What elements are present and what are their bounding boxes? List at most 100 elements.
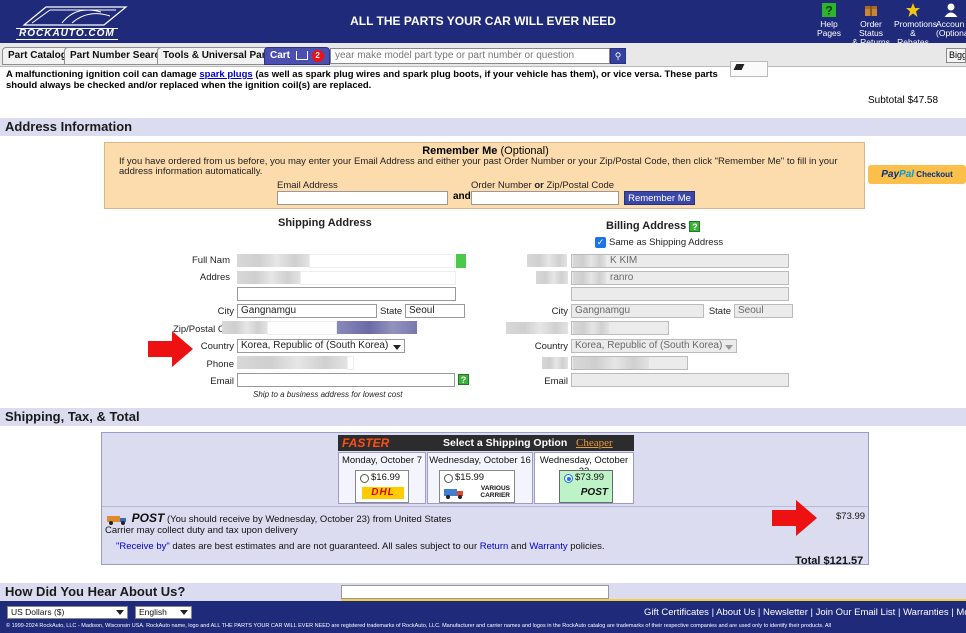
cart-count-badge: 2: [311, 50, 324, 62]
email-help-icon[interactable]: ?: [458, 374, 469, 385]
address-section-header: Address Information: [0, 118, 966, 136]
billing-country-select: Korea, Republic of (South Korea): [571, 339, 737, 353]
select-shipping-label: Select a Shipping Option: [443, 437, 568, 449]
post-logo: POST: [580, 487, 608, 498]
post-carrier-logo: POST: [131, 511, 165, 525]
post-truck-icon: [107, 515, 126, 525]
billing-phone-label-redacted: [542, 357, 568, 369]
part-thumbnail[interactable]: [730, 61, 768, 77]
logo-text: ROCKAUTO.COM: [16, 28, 118, 40]
email-input[interactable]: [237, 373, 455, 387]
dhl-logo: DHL: [362, 487, 404, 499]
full-name-label: Full Nam: [191, 255, 230, 266]
red-arrow-icon: [148, 331, 193, 367]
shipping-option-dhl: Monday, October 7 $16.99 DHL: [338, 452, 426, 504]
address-label: Addres: [199, 272, 230, 283]
various-option-box[interactable]: $15.99 VARIOUS CARRIER: [439, 470, 515, 503]
billing-zip-label-redacted: [506, 322, 568, 334]
person-icon: [944, 3, 958, 17]
cart-icon: [295, 50, 308, 60]
address-line1-input[interactable]: [300, 271, 456, 285]
shipping-section-header: Shipping, Tax, & Total: [0, 408, 966, 426]
red-arrow-icon: [772, 500, 817, 536]
footer-legal: © 1999-2024 RockAuto, LLC - Madison, Wis…: [6, 623, 831, 629]
shipping-option-post: Wednesday, October 23 $73.99 POST: [534, 452, 634, 504]
full-name-input[interactable]: [309, 254, 455, 268]
various-radio[interactable]: [444, 474, 453, 483]
address-redacted: [237, 271, 300, 284]
billing-city-label: City: [551, 306, 568, 317]
order-status-link[interactable]: Order Status & Returns: [852, 2, 890, 47]
warranty-link[interactable]: Warranty: [529, 541, 567, 552]
country-select[interactable]: Korea, Republic of (South Korea): [237, 339, 405, 353]
phone-redacted: [237, 356, 347, 369]
remember-me-description: If you have ordered from us before, you …: [119, 156, 838, 177]
same-as-shipping-checkbox[interactable]: ✓: [595, 237, 606, 248]
tab-part-number-search[interactable]: Part Number Search: [64, 47, 173, 65]
order-total: Total $121.57: [795, 555, 864, 567]
hear-about-us-select[interactable]: [341, 585, 609, 599]
billing-address-line2-input: [571, 287, 789, 301]
order-number-label: Order Number or Zip/Postal Code: [471, 180, 615, 191]
billing-email-input: [571, 373, 789, 387]
billing-state-label: State: [708, 306, 731, 317]
billing-help-icon[interactable]: ?: [689, 220, 701, 232]
email-address-label: Email Address: [277, 180, 338, 191]
post-option-box[interactable]: $73.99 POST: [559, 470, 613, 503]
cheaper-label: Cheaper: [576, 437, 613, 449]
bigg-button[interactable]: Bigg: [946, 48, 966, 63]
shipping-address-title: Shipping Address: [278, 217, 372, 229]
billing-name-redacted: [573, 255, 606, 267]
footer: US Dollars ($) English Gift Certificates…: [0, 601, 966, 633]
promotions-link[interactable]: Promotions & Rebates: [894, 2, 937, 47]
help-icon: ?: [822, 3, 836, 18]
footer-links[interactable]: Gift Certificates | About Us | Newslette…: [644, 607, 966, 618]
post-radio[interactable]: [564, 474, 573, 483]
chevron-down-icon: [393, 345, 401, 350]
remember-email-input[interactable]: [277, 191, 448, 205]
dhl-radio[interactable]: [360, 474, 369, 483]
city-input[interactable]: Gangnamgu: [237, 304, 377, 318]
search-button[interactable]: ⚲: [610, 48, 626, 64]
billing-city-input: Gangnamgu: [571, 304, 704, 318]
cart-label: Cart: [270, 50, 291, 61]
email-label: Email: [210, 376, 234, 387]
tab-row: Part Catalog Part Number Search Tools & …: [0, 43, 966, 67]
package-icon: [865, 6, 877, 16]
zip-redacted: [222, 321, 267, 334]
policy-note: "Receive by" dates are best estimates an…: [116, 541, 605, 552]
top-header: ROCKAUTO.COM ALL THE PARTS YOUR CAR WILL…: [0, 0, 966, 47]
full-name-redacted: [237, 254, 309, 267]
tab-tools-universal-parts[interactable]: Tools & Universal Parts: [157, 47, 281, 65]
shipping-option-header: FASTER Select a Shipping Option Cheaper: [338, 435, 634, 451]
tab-cart[interactable]: Cart 2: [264, 47, 330, 65]
phone-input[interactable]: [347, 356, 354, 370]
search-input[interactable]: year make model part type or part number…: [330, 48, 610, 64]
billing-phone-redacted: [573, 357, 649, 369]
shipping-amount: $73.99: [836, 511, 866, 522]
tab-part-catalog[interactable]: Part Catalog: [2, 47, 73, 65]
zip-input[interactable]: [267, 321, 337, 335]
billing-address-title: Billing Address ?: [606, 220, 701, 232]
state-input[interactable]: Seoul: [405, 304, 465, 318]
chevron-down-icon: [116, 610, 124, 615]
help-pages-link[interactable]: ? Help Pages: [810, 2, 848, 47]
billing-address-redacted: [573, 272, 606, 284]
paypal-checkout-button[interactable]: PayPal Checkout: [868, 165, 966, 184]
remember-me-panel: Remember Me (Optional) If you have order…: [104, 142, 865, 209]
star-icon: [906, 3, 920, 17]
business-address-note: Ship to a business address for lowest co…: [253, 390, 403, 399]
currency-select[interactable]: US Dollars ($): [7, 606, 128, 619]
order-or-zip-input[interactable]: [471, 191, 619, 205]
zip-redacted-highlight: [337, 321, 417, 334]
remember-me-button[interactable]: Remember Me: [624, 191, 695, 205]
receive-by-link[interactable]: "Receive by": [116, 541, 170, 552]
svg-text:?: ?: [825, 4, 832, 18]
address-line2-input[interactable]: [237, 287, 456, 301]
account-link[interactable]: Accoun (Optiona: [936, 2, 966, 47]
chevron-down-icon: [180, 610, 188, 615]
language-select[interactable]: English: [135, 606, 192, 619]
spark-plugs-link[interactable]: spark plugs: [199, 69, 252, 80]
return-link[interactable]: Return: [480, 541, 509, 552]
dhl-option-box[interactable]: $16.99 DHL: [355, 470, 409, 503]
